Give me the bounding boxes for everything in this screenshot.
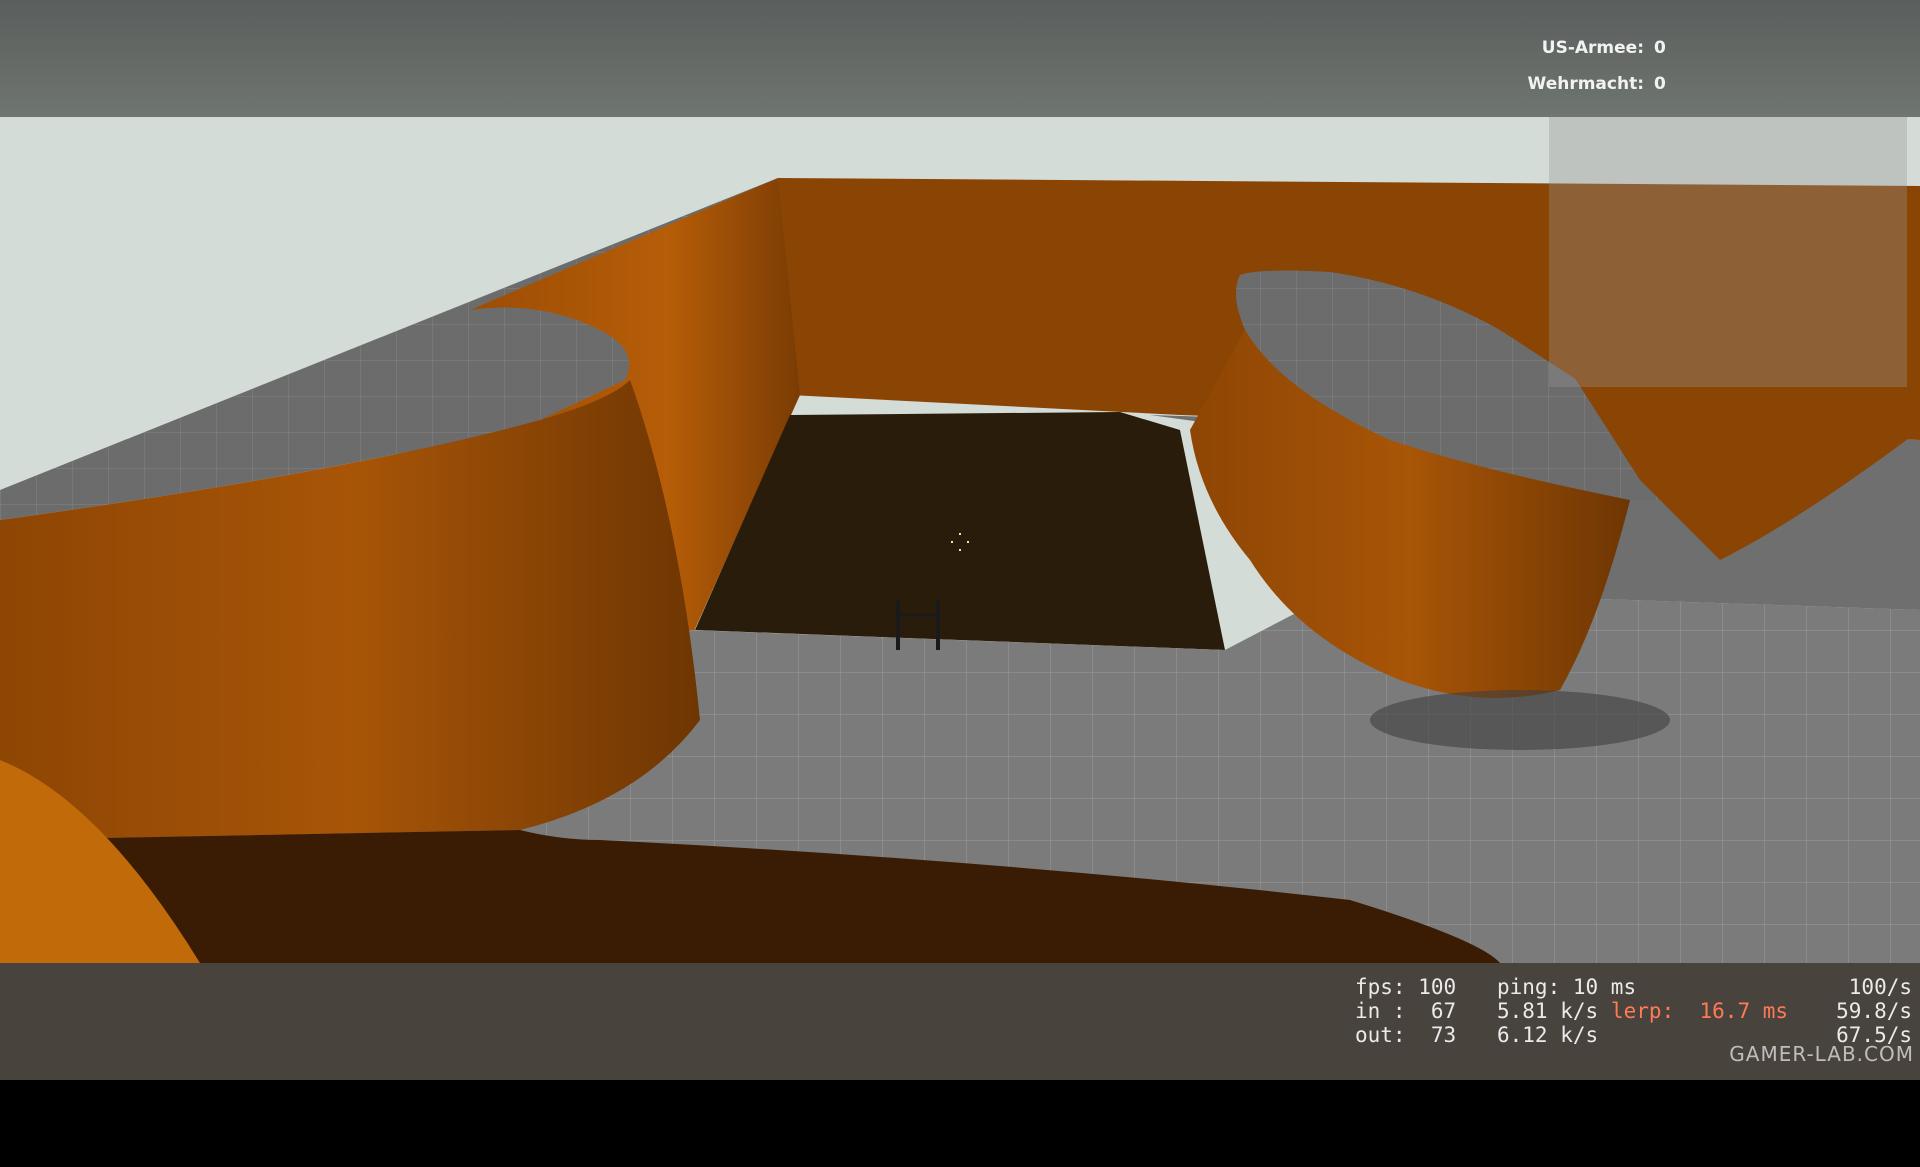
rate-value: 100/s [1848, 975, 1912, 999]
radar-overlay [1549, 117, 1907, 387]
lerp-label: lerp: [1611, 999, 1675, 1023]
out-value: 73 [1430, 1023, 1457, 1047]
team-label: US-Armee: [1541, 38, 1644, 58]
score-row-wehrmacht: Wehrmacht: 0 [1528, 66, 1680, 102]
ping-label: ping: [1497, 975, 1561, 999]
net-graph: fps: 100 ping: 10 ms in : 67 5.81 k/s le… [1355, 975, 1788, 1167]
crosshair-icon [951, 533, 969, 551]
fps-value: 100 [1418, 975, 1457, 999]
ping-value: 10 ms [1572, 975, 1637, 999]
pillar-shadow [1370, 690, 1670, 750]
fps-label: fps: [1355, 975, 1406, 999]
in-value: 67 [1430, 999, 1457, 1023]
lerp-value: 16.7 ms [1699, 999, 1789, 1023]
in-rate: 5.81 k/s [1497, 999, 1599, 1023]
score-row-us: US-Armee: 0 [1528, 30, 1680, 66]
out-rate: 6.12 k/s [1497, 1023, 1599, 1047]
net-graph-rates: 100/s 59.8/s 67.5/s [1836, 975, 1912, 1047]
watermark: GAMER-LAB.COM [1729, 1042, 1914, 1066]
in-label: in : [1355, 999, 1406, 1023]
out-label: out: [1355, 1023, 1406, 1047]
scoreboard: US-Armee: 0 Wehrmacht: 0 [1528, 30, 1680, 102]
rate-value: 59.8/s [1836, 999, 1912, 1023]
team-score: 0 [1654, 74, 1666, 94]
team-score: 0 [1654, 38, 1666, 58]
team-label: Wehrmacht: [1527, 74, 1644, 94]
